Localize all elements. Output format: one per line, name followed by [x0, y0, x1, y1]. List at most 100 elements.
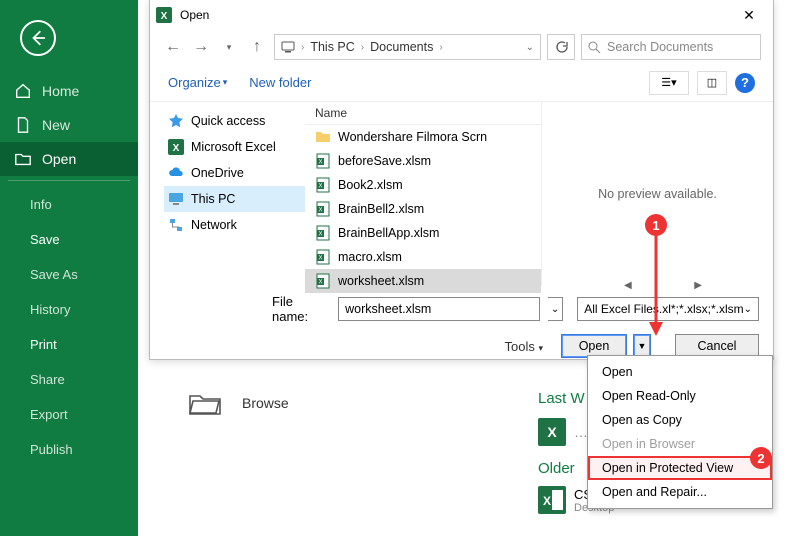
breadcrumb-bar[interactable]: › This PC › Documents › ⌄ — [274, 34, 541, 60]
menu-open-copy[interactable]: Open as Copy — [588, 408, 772, 432]
breadcrumb-documents[interactable]: Documents — [370, 40, 433, 54]
recent-file-1[interactable]: X … — [538, 418, 588, 446]
nav-forward-button[interactable]: → — [190, 36, 212, 58]
sidebar-item-history[interactable]: History — [0, 292, 138, 327]
tree-quick-access[interactable]: Quick access — [164, 108, 305, 134]
file-label: beforeSave.xlsm — [338, 154, 431, 168]
svg-text:X: X — [318, 184, 322, 190]
organize-button[interactable]: Organize▾ — [168, 75, 227, 90]
svg-text:X: X — [547, 424, 557, 440]
tree-network[interactable]: Network — [164, 212, 305, 238]
tree-onedrive[interactable]: OneDrive — [164, 160, 305, 186]
tree-label: Microsoft Excel — [191, 140, 276, 154]
tools-button[interactable]: Tools ▾ — [504, 339, 543, 354]
file-item[interactable]: X macro.xlsm — [305, 245, 541, 269]
chevron-down-icon[interactable]: ⌄ — [526, 42, 534, 53]
nav-history-button[interactable]: ▾ — [218, 36, 240, 58]
column-header-name[interactable]: Name — [305, 102, 541, 125]
excel-file-icon: X — [538, 418, 566, 446]
dialog-title: Open — [180, 8, 731, 22]
sidebar-item-open[interactable]: Open — [0, 142, 138, 176]
search-input[interactable]: Search Documents — [581, 34, 761, 60]
chevron-right-icon: › — [301, 42, 304, 53]
excel-app-icon: X — [168, 139, 184, 155]
open-options-menu: Open Open Read-Only Open as Copy Open in… — [587, 355, 773, 509]
file-item[interactable]: X Book2.xlsm — [305, 173, 541, 197]
filename-dropdown-button[interactable]: ⌄ — [548, 297, 563, 321]
close-button[interactable]: ✕ — [731, 2, 767, 28]
arrow-left-icon: ← — [165, 38, 181, 56]
file-item[interactable]: X BrainBellApp.xlsm — [305, 221, 541, 245]
preview-pane-button[interactable]: ◫ — [697, 71, 727, 95]
refresh-button[interactable] — [547, 34, 575, 60]
filename-label: File name: — [272, 294, 330, 324]
search-icon — [588, 41, 601, 54]
sidebar-item-publish[interactable]: Publish — [0, 432, 138, 467]
file-item-folder[interactable]: Wondershare Filmora Scrn — [305, 125, 541, 149]
breadcrumb-thispc[interactable]: This PC — [310, 40, 354, 54]
back-button[interactable] — [20, 20, 56, 56]
scroll-right-icon: ▶ — [694, 280, 702, 291]
sidebar-item-export[interactable]: Export — [0, 397, 138, 432]
menu-open-readonly[interactable]: Open Read-Only — [588, 384, 772, 408]
file-filter-dropdown[interactable]: All Excel Files.xl*;*.xlsx;*.xlsm ⌄ — [577, 297, 759, 321]
file-item[interactable]: X beforeSave.xlsm — [305, 149, 541, 173]
sidebar-item-label: Home — [42, 83, 79, 99]
sidebar-item-save[interactable]: Save — [0, 222, 138, 257]
section-last-week: Last W — [538, 390, 585, 407]
chevron-down-icon: ⌄ — [744, 304, 752, 315]
new-folder-button[interactable]: New folder — [249, 75, 311, 90]
file-list: Name Wondershare Filmora Scrn X beforeSa… — [305, 102, 541, 286]
tree-label: This PC — [191, 192, 235, 206]
filename-input[interactable] — [338, 297, 540, 321]
nav-up-button[interactable]: ↑ — [246, 36, 268, 58]
annotation-arrow — [647, 232, 665, 338]
xlsm-icon: X — [315, 225, 331, 241]
dialog-titlebar: X Open ✕ — [150, 0, 773, 30]
chevron-down-icon: ▾ — [227, 42, 232, 53]
xlsm-icon: X — [315, 153, 331, 169]
menu-open[interactable]: Open — [588, 360, 772, 384]
sidebar-divider — [8, 180, 130, 181]
chevron-down-icon: ▾ — [223, 77, 228, 88]
menu-open-protected-view[interactable]: Open in Protected View — [588, 456, 772, 480]
close-icon: ✕ — [743, 7, 755, 24]
help-icon: ? — [741, 75, 749, 90]
sidebar-item-new[interactable]: New — [0, 108, 138, 142]
search-placeholder: Search Documents — [607, 40, 713, 54]
file-item[interactable]: X BrainBell2.xlsm — [305, 197, 541, 221]
file-label: Book2.xlsm — [338, 178, 403, 192]
chevron-down-icon: ▾ — [538, 343, 543, 353]
tree-this-pc[interactable]: This PC — [164, 186, 305, 212]
file-item-selected[interactable]: X worksheet.xlsm — [305, 269, 541, 293]
svg-text:X: X — [318, 232, 322, 238]
browse-item[interactable]: Browse — [188, 390, 289, 416]
chevron-right-icon: › — [439, 42, 442, 53]
annotation-callout-1: 1 — [645, 214, 667, 236]
document-icon — [14, 116, 32, 134]
file-label: BrainBellApp.xlsm — [338, 226, 439, 240]
folder-open-icon — [14, 150, 32, 168]
tree-excel[interactable]: X Microsoft Excel — [164, 134, 305, 160]
sidebar-item-label: Open — [42, 151, 76, 167]
sidebar-item-share[interactable]: Share — [0, 362, 138, 397]
xlsm-icon: X — [315, 273, 331, 289]
sidebar-item-info[interactable]: Info — [0, 187, 138, 222]
xlsm-icon: X — [315, 201, 331, 217]
sidebar-item-saveas[interactable]: Save As — [0, 257, 138, 292]
menu-open-repair[interactable]: Open and Repair... — [588, 480, 772, 504]
svg-text:X: X — [543, 494, 551, 508]
preview-message: No preview available. — [598, 187, 717, 201]
sidebar-item-print[interactable]: Print — [0, 327, 138, 362]
open-file-dialog: X Open ✕ ← → ▾ ↑ › This PC › Documents ›… — [149, 0, 774, 360]
view-mode-button[interactable]: ☰▾ — [649, 71, 689, 95]
cloud-icon — [168, 165, 184, 181]
dialog-toolbar: Organize▾ New folder ☰▾ ◫ ? — [150, 64, 773, 102]
nav-back-button[interactable]: ← — [162, 36, 184, 58]
svg-text:X: X — [173, 143, 180, 154]
star-icon — [168, 113, 184, 129]
file-label: Wondershare Filmora Scrn — [338, 130, 487, 144]
excel-file-icon: X — [538, 486, 566, 514]
help-button[interactable]: ? — [735, 73, 755, 93]
sidebar-item-home[interactable]: Home — [0, 74, 138, 108]
